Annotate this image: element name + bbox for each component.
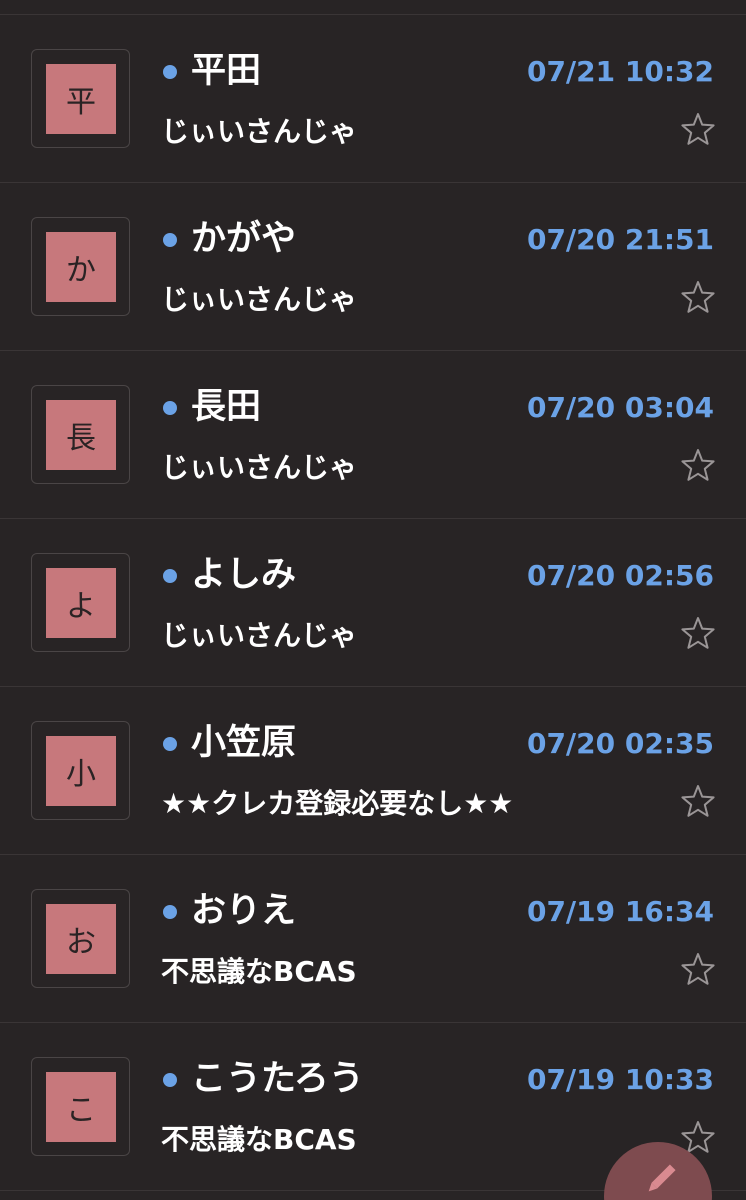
sender-name: 小笠原 — [191, 723, 297, 763]
avatar: か — [31, 217, 130, 316]
message-subject: じぃいさんじゃ — [161, 283, 358, 316]
message-inbox: 平平田 07/21 10:32 じぃいさんじゃかかがや 07/20 21:51 じぃいさ… — [0, 0, 746, 1200]
unread-dot-icon — [163, 737, 177, 751]
avatar: 平 — [31, 49, 130, 148]
avatar: 長 — [31, 385, 130, 484]
pencil-icon — [648, 1164, 676, 1192]
message-row[interactable]: か かがや 07/20 21:51 じぃいさんじゃ — [0, 183, 746, 351]
message-time: 07/20 21:51 — [526, 223, 714, 256]
message-time: 07/20 02:56 — [526, 559, 714, 592]
avatar-initial: よ — [46, 568, 116, 638]
avatar-initial: 長 — [46, 400, 116, 470]
avatar: 小 — [31, 721, 130, 820]
avatar-initial: か — [46, 232, 116, 302]
top-divider — [0, 0, 746, 15]
sender-name: こうたろう — [191, 1059, 364, 1099]
avatar-initial: こ — [46, 1072, 116, 1142]
message-time: 07/20 03:04 — [526, 391, 714, 424]
message-time: 07/20 02:35 — [526, 727, 714, 760]
avatar: こ — [31, 1057, 130, 1156]
message-time: 07/19 16:34 — [526, 895, 714, 928]
star-outline-icon[interactable] — [680, 783, 716, 819]
avatar-initial: 小 — [46, 736, 116, 806]
avatar-initial: お — [46, 904, 116, 974]
message-time: 07/21 10:32 — [526, 55, 714, 88]
message-time: 07/19 10:33 — [526, 1063, 714, 1096]
unread-dot-icon — [163, 233, 177, 247]
message-row[interactable]: 長 長田 07/20 03:04 じぃいさんじゃ — [0, 351, 746, 519]
star-outline-icon[interactable] — [680, 951, 716, 987]
sender-name: かがや — [191, 219, 297, 259]
message-row[interactable]: よ よしみ 07/20 02:56 じぃいさんじゃ — [0, 519, 746, 687]
unread-dot-icon — [163, 401, 177, 415]
star-outline-icon[interactable] — [680, 279, 716, 315]
unread-dot-icon — [163, 905, 177, 919]
message-subject: じぃいさんじゃ — [161, 619, 358, 652]
unread-dot-icon — [163, 65, 177, 79]
message-subject: ★★クレカ登録必要なし★★ — [161, 787, 514, 820]
message-subject: じぃいさんじゃ — [161, 451, 358, 484]
message-subject: 不思議なBCAS — [161, 955, 357, 988]
sender-name: よしみ — [191, 555, 297, 595]
star-outline-icon[interactable] — [680, 447, 716, 483]
star-outline-icon[interactable] — [680, 111, 716, 147]
sender-name: 長田 — [191, 387, 262, 427]
avatar: お — [31, 889, 130, 988]
message-subject: じぃいさんじゃ — [161, 115, 358, 148]
avatar-initial: 平 — [46, 64, 116, 134]
sender-name: おりえ — [191, 891, 297, 931]
star-outline-icon[interactable] — [680, 615, 716, 651]
avatar: よ — [31, 553, 130, 652]
message-list: 平平田 07/21 10:32 じぃいさんじゃかかがや 07/20 21:51 じぃいさ… — [0, 15, 746, 1191]
message-row[interactable]: 平 平田 07/21 10:32 じぃいさんじゃ — [0, 15, 746, 183]
unread-dot-icon — [163, 569, 177, 583]
unread-dot-icon — [163, 1073, 177, 1087]
sender-name: 平田 — [191, 51, 262, 91]
message-row[interactable]: 小 小笠原 07/20 02:35 ★★クレカ登録必要なし★★ — [0, 687, 746, 855]
message-row[interactable]: お おりえ 07/19 16:34 不思議なBCAS — [0, 855, 746, 1023]
message-subject: 不思議なBCAS — [161, 1123, 357, 1156]
